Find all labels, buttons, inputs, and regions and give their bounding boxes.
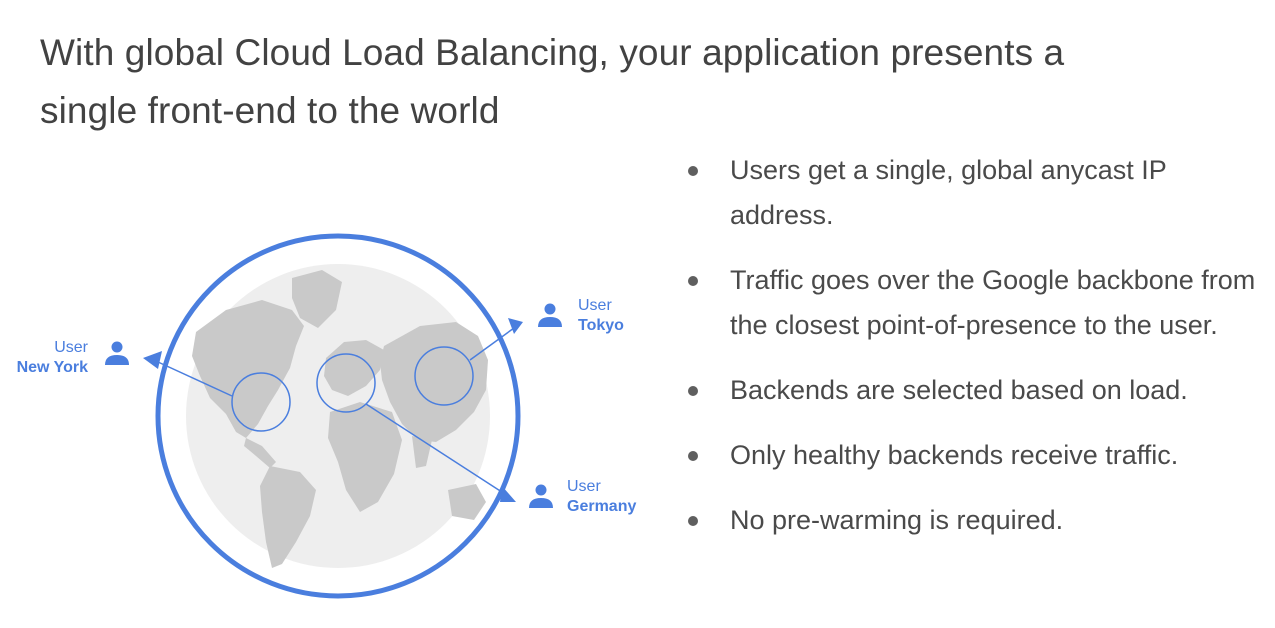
bullet-dot-icon	[688, 386, 698, 396]
bullet-item: No pre-warming is required.	[686, 498, 1266, 543]
bullet-dot-icon	[688, 166, 698, 176]
benefits-list: Users get a single, global anycast IP ad…	[686, 148, 1266, 563]
user-icon-new-york	[105, 341, 129, 365]
bullet-text: Traffic goes over the Google backbone fr…	[730, 265, 1256, 340]
bullet-item: Only healthy backends receive traffic.	[686, 433, 1266, 478]
user-label: User	[578, 297, 612, 314]
arrowhead-germany	[500, 486, 516, 502]
arrowhead-new-york	[143, 351, 162, 369]
bullet-item: Traffic goes over the Google backbone fr…	[686, 258, 1266, 348]
user-city-germany: Germany	[567, 498, 637, 515]
user-city-new-york: New York	[16, 359, 88, 376]
bullet-dot-icon	[688, 516, 698, 526]
bullet-text: No pre-warming is required.	[730, 505, 1064, 535]
user-label: User	[567, 478, 601, 495]
user-label: User	[54, 339, 88, 356]
bullet-dot-icon	[688, 276, 698, 286]
bullet-dot-icon	[688, 451, 698, 461]
landmass-australia	[448, 484, 486, 520]
user-city-tokyo: Tokyo	[578, 317, 624, 334]
title-line-1: With global Cloud Load Balancing, your a…	[40, 32, 1065, 73]
user-icon-tokyo	[538, 303, 562, 327]
slide-title: With global Cloud Load Balancing, your a…	[40, 24, 1240, 140]
bullet-item: Backends are selected based on load.	[686, 368, 1266, 413]
bullet-text: Only healthy backends receive traffic.	[730, 440, 1179, 470]
bullet-text: Backends are selected based on load.	[730, 375, 1188, 405]
user-tokyo: User Tokyo	[578, 296, 624, 336]
user-new-york: User New York	[16, 338, 88, 378]
globe-diagram-svg	[105, 233, 562, 599]
user-germany: User Germany	[567, 477, 636, 517]
bullet-item: Users get a single, global anycast IP ad…	[686, 148, 1266, 238]
bullet-text: Users get a single, global anycast IP ad…	[730, 155, 1167, 230]
load-balancing-diagram: User New York User Tokyo User Germany	[0, 150, 660, 628]
user-icon-germany	[529, 484, 553, 508]
title-line-2: single front-end to the world	[40, 90, 500, 131]
